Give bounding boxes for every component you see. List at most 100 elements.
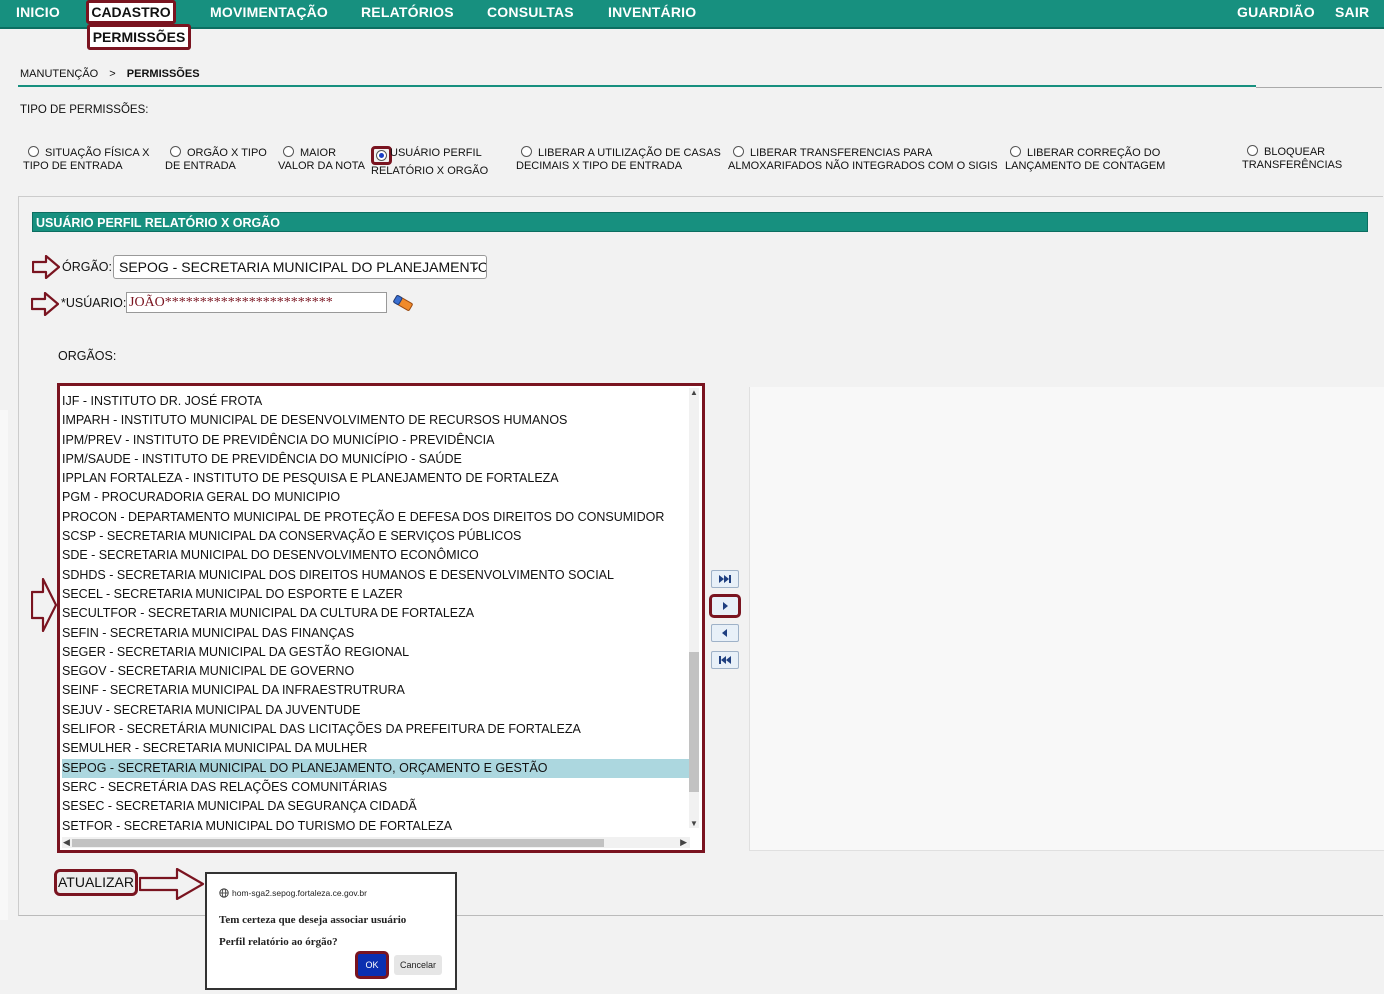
list-item[interactable]: SEJUV - SECRETARIA MUNICIPAL DA JUVENTUD…: [62, 701, 690, 720]
breadcrumb-current: PERMISSÕES: [126, 68, 200, 80]
radio-button[interactable]: [28, 146, 39, 157]
radio-label: LIBERAR CORREÇÃO DO: [1027, 147, 1161, 159]
cancel-button[interactable]: Cancelar: [394, 955, 442, 975]
radio-label: LANÇAMENTO DE CONTAGEM: [1005, 160, 1166, 172]
radio-button[interactable]: [733, 146, 744, 157]
radio-label: LIBERAR TRANSFERENCIAS PARA: [750, 147, 933, 159]
list-item[interactable]: IJF - INSTITUTO DR. JOSÉ FROTA: [62, 392, 690, 411]
radio-orgao-tipo-entrada[interactable]: ORGÃO X TIPO DE ENTRADA: [165, 146, 267, 173]
arrow-right-outline-icon: [31, 578, 57, 632]
top-nav: INICIO MOVIMENTAÇÃO RELATÓRIOS CONSULTAS…: [0, 0, 1384, 29]
radio-button[interactable]: [283, 146, 294, 157]
radio-liberar-transferencias[interactable]: LIBERAR TRANSFERENCIAS PARA ALMOXARIFADO…: [728, 146, 998, 173]
list-item[interactable]: SEFIN - SECRETARIA MUNICIPAL DAS FINANÇA…: [62, 624, 690, 643]
radio-label: DE ENTRADA: [165, 160, 236, 172]
dialog-origin: hom-sga2.sepog.fortaleza.ce.gov.br: [219, 888, 367, 898]
list-item[interactable]: PROCON - DEPARTAMENTO MUNICIPAL DE PROTE…: [62, 508, 690, 527]
list-item-selected[interactable]: SEPOG - SECRETARIA MUNICIPAL DO PLANEJAM…: [62, 758, 690, 778]
usuario-label: *USÚARIO:: [61, 296, 127, 310]
breadcrumb-separator: >: [109, 68, 116, 80]
radio-liberar-correcao[interactable]: LIBERAR CORREÇÃO DO LANÇAMENTO DE CONTAG…: [1005, 146, 1165, 173]
radio-label: TRANSFERÊNCIAS: [1242, 159, 1343, 171]
nav-sair[interactable]: SAIR: [1335, 4, 1369, 20]
vertical-scrollbar[interactable]: ▲ ▼: [689, 388, 699, 828]
radio-button[interactable]: [521, 146, 532, 157]
radio-label: ORGÃO X TIPO: [187, 147, 267, 159]
dialog-origin-text: hom-sga2.sepog.fortaleza.ce.gov.br: [232, 888, 367, 898]
list-item[interactable]: SDE - SECRETARIA MUNICIPAL DO DESENVOLVI…: [62, 546, 690, 565]
scroll-down-icon[interactable]: ▼: [689, 819, 699, 828]
list-item[interactable]: SCSP - SECRETARIA MUNICIPAL DA CONSERVAÇ…: [62, 527, 690, 546]
arrow-right-outline-icon: [31, 292, 59, 316]
atualizar-button[interactable]: ATUALIZAR: [54, 869, 138, 896]
move-all-left-button[interactable]: [711, 651, 739, 669]
nav-inicio[interactable]: INICIO: [16, 4, 60, 20]
list-item[interactable]: SEINF - SECRETARIA MUNICIPAL DA INFRAEST…: [62, 681, 690, 700]
scrollbar-thumb[interactable]: [72, 839, 604, 847]
radio-bloquear-transferencias[interactable]: BLOQUEAR TRANSFERÊNCIAS: [1242, 145, 1342, 172]
nav-cadastro[interactable]: CADASTRO: [86, 0, 176, 24]
radio-liberar-casas-decimais[interactable]: LIBERAR A UTILIZAÇÃO DE CASAS DECIMAIS X…: [516, 146, 721, 173]
list-item[interactable]: IPPLAN FORTALEZA - INSTITUTO DE PESQUISA…: [62, 469, 690, 488]
radio-label: DECIMAIS X TIPO DE ENTRADA: [516, 160, 683, 172]
list-item[interactable]: SERC - SECRETÁRIA DAS RELAÇÕES COMUNITÁR…: [62, 778, 690, 797]
nav-consultas[interactable]: CONSULTAS: [487, 4, 574, 20]
list-item[interactable]: SELIFOR - SECRETÁRIA MUNICIPAL DAS LICIT…: [62, 720, 690, 739]
confirm-dialog: hom-sga2.sepog.fortaleza.ce.gov.br Tem c…: [205, 872, 457, 990]
dialog-message: Tem certeza que deseja associar usuário …: [219, 909, 449, 953]
list-item[interactable]: IMPARH - INSTITUTO MUNICIPAL DE DESENVOL…: [62, 411, 690, 430]
move-left-button[interactable]: [711, 624, 739, 642]
orgaos-list: IJF - INSTITUTO DR. JOSÉ FROTA IMPARH - I…: [62, 392, 690, 836]
radio-label: RELATÓRIO X ORGÃO: [371, 165, 489, 177]
scroll-left-icon[interactable]: ◀: [63, 837, 70, 848]
list-item[interactable]: SESEC - SECRETARIA MUNICIPAL DA SEGURANÇ…: [62, 797, 690, 816]
scroll-up-icon[interactable]: ▲: [689, 388, 699, 397]
orgaos-listbox[interactable]: IJF - INSTITUTO DR. JOSÉ FROTA IMPARH - I…: [57, 383, 705, 853]
dialog-message-line2: Perfil relatório ao órgão?: [219, 936, 338, 948]
list-item[interactable]: PGM - PROCURADORIA GERAL DO MUNICIPIO: [62, 488, 690, 507]
radio-button-checked[interactable]: [376, 150, 387, 161]
radio-button[interactable]: [1247, 145, 1258, 156]
list-item[interactable]: SEGOV - SECRETARIA MUNICIPAL DE GOVERNO: [62, 662, 690, 681]
list-item[interactable]: SECEL - SECRETARIA MUNICIPAL DO ESPORTE …: [62, 585, 690, 604]
list-item[interactable]: SECULTFOR - SECRETARIA MUNICIPAL DA CULT…: [62, 604, 690, 623]
usuario-input[interactable]: JOÃO************************: [126, 292, 387, 313]
radio-label: LIBERAR A UTILIZAÇÃO DE CASAS: [538, 147, 721, 159]
radio-maior-valor-nota[interactable]: MAIOR VALOR DA NOTA: [278, 146, 365, 173]
globe-icon: [219, 888, 229, 898]
list-item[interactable]: SEMULHER - SECRETARIA MUNICIPAL DA MULHE…: [62, 739, 690, 758]
list-item[interactable]: SETFOR - SECRETARIA MUNICIPAL DO TURISMO…: [62, 817, 690, 836]
radio-button[interactable]: [1010, 146, 1021, 157]
list-item[interactable]: IPM/PREV - INSTITUTO DE PREVIDÊNCIA DO M…: [62, 431, 690, 450]
list-item[interactable]: IPM/SAUDE - INSTITUTO DE PREVIDÊNCIA DO …: [62, 450, 690, 469]
list-item[interactable]: SDHDS - SECRETARIA MUNICIPAL DOS DIREITO…: [62, 566, 690, 585]
scroll-right-icon[interactable]: ▶: [680, 837, 687, 848]
scrollbar-thumb[interactable]: [689, 652, 699, 792]
move-left-icon: [722, 629, 727, 637]
nav-movimentacao[interactable]: MOVIMENTAÇÃO: [210, 4, 328, 20]
ok-button[interactable]: OK: [355, 951, 389, 979]
move-right-button[interactable]: [709, 594, 741, 618]
radio-situacao-fisica[interactable]: SITUAÇÃO FÍSICA X TIPO DE ENTRADA: [23, 146, 150, 173]
list-item[interactable]: SEGER - SECRETARIA MUNICIPAL DA GESTÃO R…: [62, 643, 690, 662]
radio-label: MAIOR: [300, 147, 337, 159]
breadcrumb-parent[interactable]: MANUTENÇÃO: [20, 68, 98, 80]
submenu-permissoes[interactable]: PERMISSÕES: [87, 24, 191, 50]
move-all-right-button[interactable]: [711, 570, 739, 588]
nav-relatorios[interactable]: RELATÓRIOS: [361, 4, 454, 20]
nav-inventario[interactable]: INVENTÁRIO: [608, 4, 696, 20]
arrow-right-outline-icon: [139, 868, 205, 900]
orgao-label: ÓRGÃO:: [62, 260, 113, 274]
radio-button[interactable]: [170, 146, 181, 157]
move-all-right-icon: [719, 575, 731, 583]
radio-label: USUÁRIO PERFIL: [390, 147, 482, 159]
blank-area: [749, 387, 1384, 851]
eraser-icon[interactable]: [392, 294, 414, 312]
divider: [1256, 87, 1382, 88]
horizontal-scrollbar[interactable]: ◀ ▶: [62, 837, 690, 848]
nav-guardiao[interactable]: GUARDIÃO: [1237, 4, 1315, 20]
divider: [18, 85, 1256, 87]
radio-usuario-perfil-relatorio[interactable]: USUÁRIO PERFIL RELATÓRIO X ORGÃO: [371, 146, 488, 178]
orgao-select[interactable]: SEPOG - SECRETARIA MUNICIPAL DO PLANEJAM…: [113, 255, 487, 279]
radio-label: ALMOXARIFADOS NÃO INTEGRADOS COM O SIGIS: [728, 160, 998, 172]
